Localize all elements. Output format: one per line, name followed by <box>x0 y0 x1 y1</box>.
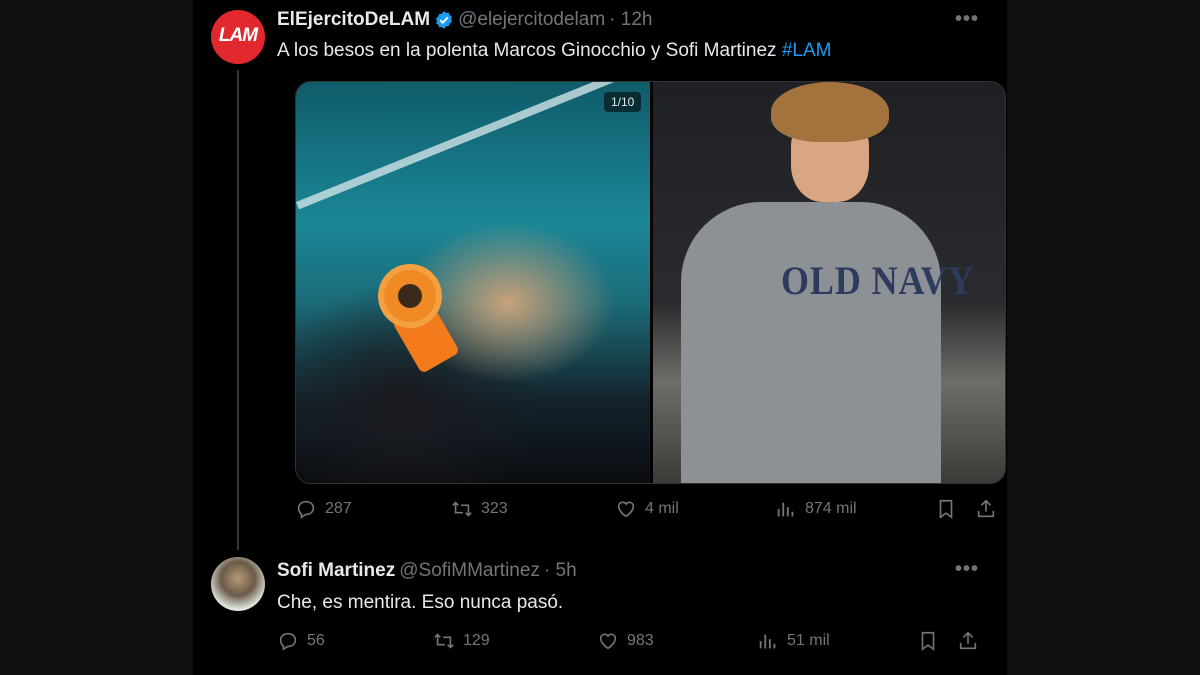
bookmark-icon <box>921 631 935 651</box>
reply-button[interactable]: 56 <box>277 630 325 652</box>
views-count: 51 mil <box>787 632 830 649</box>
like-button[interactable]: 983 <box>597 630 654 652</box>
bookmark-button[interactable] <box>935 498 957 520</box>
photo-portrait[interactable]: OLD NAVY <box>653 82 1005 483</box>
more-icon[interactable]: ••• <box>955 558 979 581</box>
timeline: LAM ElEjercitoDeLAM @elejercitodelam · 1… <box>193 0 1007 675</box>
share-button[interactable] <box>975 498 997 520</box>
tweet-body: A los besos en la polenta Marcos Ginocch… <box>277 40 777 61</box>
bookmark-button[interactable] <box>917 630 939 652</box>
author-handle[interactable]: @SofiMMartinez <box>399 560 540 582</box>
tweet-body: Che, es mentira. Eso nunca pasó. <box>277 592 564 613</box>
orange-prop <box>384 270 436 322</box>
views-icon <box>777 502 794 517</box>
reply-icon <box>279 632 297 651</box>
tweet-time[interactable]: · 5h <box>544 560 577 582</box>
retweet-count: 129 <box>463 632 490 649</box>
like-icon <box>599 633 617 650</box>
tweet-media[interactable]: 1/10 OLD NAVY <box>295 81 1006 484</box>
hair <box>771 82 889 142</box>
share-button[interactable] <box>957 630 979 652</box>
like-button[interactable]: 4 mil <box>615 498 679 520</box>
tweet-header: Sofi Martinez @SofiMMartinez · 5h <box>277 560 577 582</box>
author-handle[interactable]: @elejercitodelam <box>458 9 605 31</box>
views-button[interactable]: 51 mil <box>757 630 830 652</box>
retweet-button[interactable]: 323 <box>451 498 508 520</box>
views-button[interactable]: 874 mil <box>775 498 857 520</box>
reply-button[interactable]: 287 <box>295 498 352 520</box>
more-icon[interactable]: ••• <box>955 8 979 31</box>
sweater-text: OLD NAVY <box>781 258 975 303</box>
author-name[interactable]: ElEjercitoDeLAM <box>277 9 430 31</box>
avatar-sofi-martinez[interactable] <box>211 557 265 611</box>
retweet-button[interactable]: 129 <box>433 630 490 652</box>
reply-count: 287 <box>325 500 352 517</box>
views-icon <box>759 634 776 649</box>
verified-badge-icon <box>436 11 453 29</box>
media-counter: 1/10 <box>604 92 642 112</box>
views-count: 874 mil <box>805 500 857 517</box>
avatar-logo-text: LAM <box>218 25 258 46</box>
share-icon <box>977 499 995 518</box>
tweet-text: A los besos en la polenta Marcos Ginocch… <box>277 40 831 62</box>
tweet-actions: 56 129 983 51 mil <box>277 630 987 658</box>
hashtag-link[interactable]: #LAM <box>782 40 832 61</box>
avatar-elejercitodelam[interactable]: LAM <box>211 10 265 64</box>
retweet-icon <box>434 633 454 649</box>
stage-truss <box>296 82 628 210</box>
like-count: 983 <box>627 632 654 649</box>
reply-icon <box>297 500 315 519</box>
share-icon <box>959 631 977 650</box>
thread-line <box>237 70 239 550</box>
tweet-actions: 287 323 4 mil 874 mil <box>295 498 1005 526</box>
reply-count: 56 <box>307 632 325 649</box>
like-icon <box>617 501 635 518</box>
photo-concert[interactable]: 1/10 <box>296 82 650 483</box>
retweet-count: 323 <box>481 500 508 517</box>
sweater <box>681 202 941 483</box>
bookmark-icon <box>939 499 953 519</box>
tweet-time[interactable]: · 12h <box>609 9 652 31</box>
retweet-icon <box>452 501 472 517</box>
author-name[interactable]: Sofi Martinez <box>277 560 395 582</box>
like-count: 4 mil <box>645 500 679 517</box>
tweet-header: ElEjercitoDeLAM @elejercitodelam · 12h <box>277 9 652 31</box>
